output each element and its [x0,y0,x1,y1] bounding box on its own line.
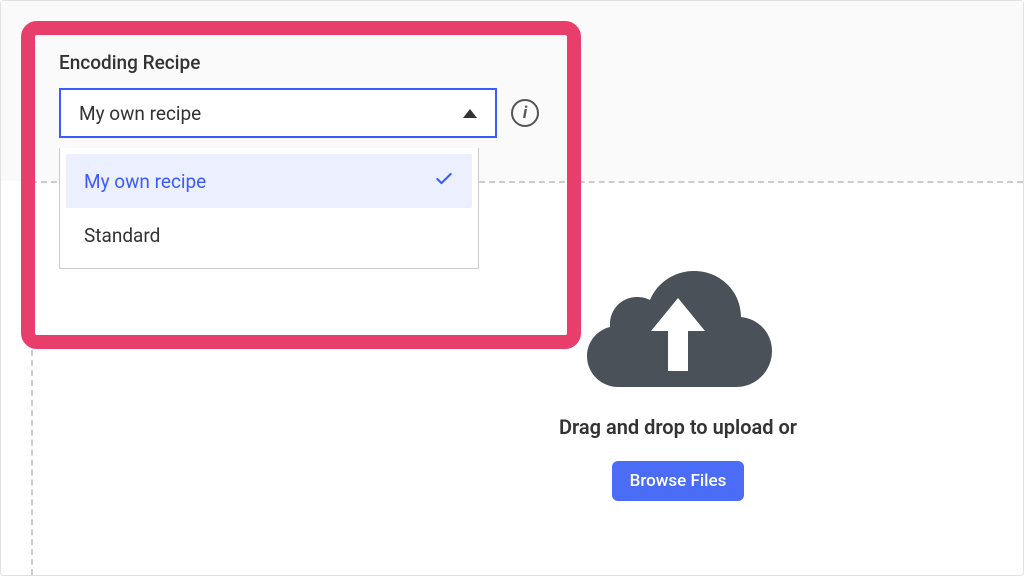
cloud-upload-icon [573,253,783,393]
upload-hint-text: Drag and drop to upload or [559,415,797,439]
check-icon [434,169,454,194]
encoding-recipe-row: My own recipe i [59,88,539,138]
dropdown-option-label: Standard [84,224,160,247]
encoding-recipe-select[interactable]: My own recipe [59,88,497,138]
dropdown-option-standard[interactable]: Standard [66,208,472,262]
page-container: Encoding Recipe My own recipe i My own r… [0,0,1024,576]
encoding-recipe-dropdown: My own recipe Standard [59,148,479,269]
browse-files-button[interactable]: Browse Files [612,461,745,501]
dropdown-option-my-own-recipe[interactable]: My own recipe [66,154,472,208]
info-glyph: i [523,103,527,123]
info-icon[interactable]: i [511,99,539,127]
encoding-recipe-section: Encoding Recipe My own recipe i My own r… [59,51,539,269]
dropdown-option-label: My own recipe [84,170,206,193]
chevron-up-icon [463,109,477,118]
upload-inner: Drag and drop to upload or Browse Files [559,253,797,501]
encoding-recipe-label: Encoding Recipe [59,51,539,74]
encoding-recipe-selected-value: My own recipe [79,102,201,125]
